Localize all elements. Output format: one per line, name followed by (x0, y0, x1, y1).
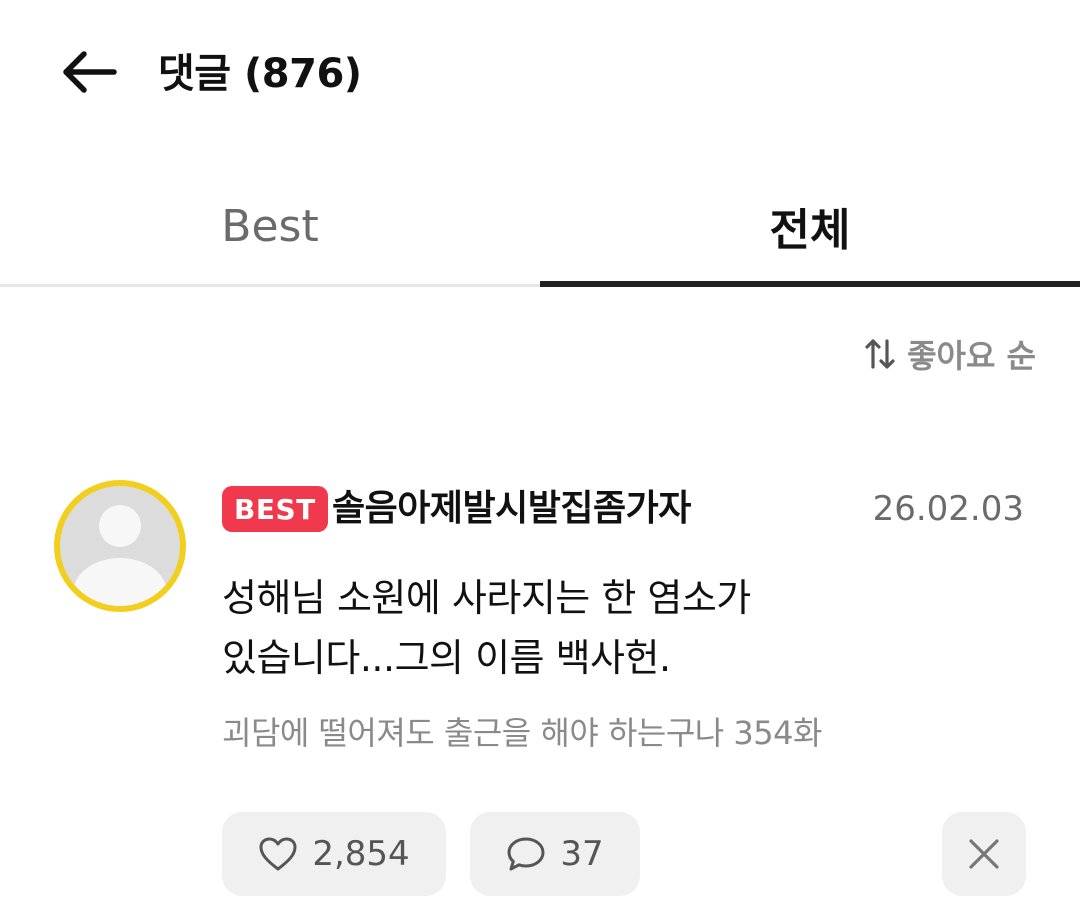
best-badge: BEST (222, 486, 328, 532)
comment-line: 있습니다...그의 이름 백사헌. (222, 636, 671, 680)
active-tab-indicator (540, 281, 1080, 287)
avatar[interactable] (54, 480, 186, 612)
reply-count: 37 (560, 834, 604, 874)
tab-bar: Best 전체 (0, 170, 1080, 288)
avatar-body-shape (73, 558, 167, 606)
like-count: 2,854 (312, 834, 410, 874)
comment-author: 솔음아제발시발집좀가자 (332, 488, 691, 529)
heart-icon (259, 837, 297, 871)
back-button[interactable] (56, 44, 120, 100)
close-button[interactable] (942, 812, 1026, 896)
comment-date: 26.02.03 (872, 489, 1024, 529)
reply-button[interactable]: 37 (470, 812, 640, 896)
comment-line: 성해님 소원에 사라지는 한 염소가 (222, 576, 751, 620)
episode-link[interactable]: 괴담에 떨어져도 출근을 해야 하는구나 354화 (222, 710, 822, 756)
close-icon (969, 839, 999, 869)
comment-content: 성해님 소원에 사라지는 한 염소가 있습니다...그의 이름 백사헌. (222, 568, 842, 688)
avatar-head-shape (99, 505, 141, 547)
sort-arrows-icon (865, 339, 895, 369)
tab-divider (0, 284, 540, 287)
tab-all[interactable]: 전체 (540, 170, 1080, 282)
like-button[interactable]: 2,854 (222, 812, 446, 896)
speech-bubble-icon (507, 837, 545, 871)
arrow-left-icon (63, 51, 117, 93)
sort-label: 좋아요 순 (907, 337, 1036, 375)
page-title: 댓글 (876) (158, 51, 362, 97)
comment-item: BEST 솔음아제발시발집좀가자 26.02.03 성해님 소원에 사라지는 한… (0, 470, 1080, 924)
tab-best[interactable]: Best (0, 170, 540, 282)
sort-button[interactable]: 좋아요 순 (865, 330, 1036, 378)
header: 댓글 (876) (0, 0, 1080, 150)
